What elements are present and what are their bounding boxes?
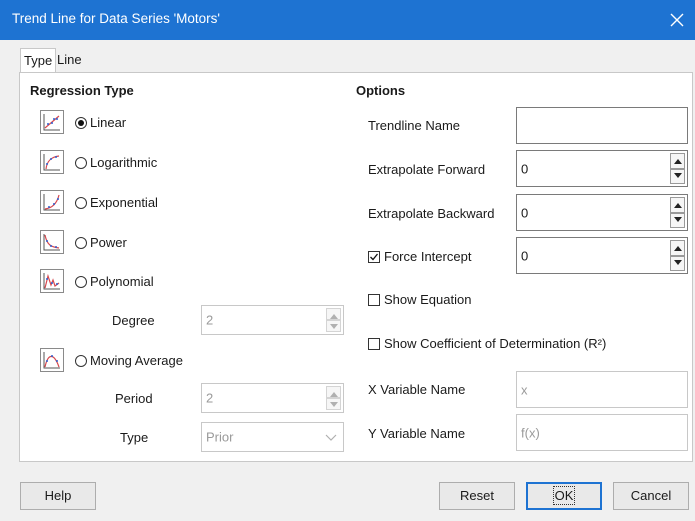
x-variable-name-value: x	[521, 382, 528, 397]
y-variable-name-input: f(x)	[516, 414, 688, 451]
type-value: Prior	[206, 429, 234, 445]
show-equation-label[interactable]: Show Equation	[384, 292, 471, 307]
extrapolate-forward-label: Extrapolate Forward	[368, 162, 486, 177]
trendline-name-input[interactable]	[516, 107, 688, 144]
degree-spinbox: 2	[201, 305, 344, 335]
force-intercept-spin-buttons[interactable]	[670, 240, 685, 271]
x-variable-name-input: x	[516, 371, 688, 408]
linear-label[interactable]: Linear	[90, 115, 126, 130]
ok-button[interactable]: OK	[526, 482, 602, 510]
tab-line[interactable]: Line	[54, 48, 85, 71]
logarithmic-icon[interactable]	[40, 150, 64, 174]
type-dropdown: Prior	[201, 422, 344, 452]
polynomial-icon[interactable]	[40, 269, 64, 293]
extrapolate-forward-spin-buttons[interactable]	[670, 153, 685, 184]
period-label: Period	[115, 391, 153, 406]
show-coefficient-label[interactable]: Show Coefficient of Determination (R²)	[384, 336, 606, 351]
show-equation-checkbox[interactable]	[368, 294, 380, 306]
moving-average-radio[interactable]	[75, 355, 87, 367]
y-variable-name-value: f(x)	[521, 425, 540, 440]
force-intercept-spinbox[interactable]: 0	[516, 237, 688, 274]
period-value: 2	[206, 390, 214, 406]
tab-type[interactable]: Type	[20, 48, 57, 73]
help-button[interactable]: Help	[20, 482, 96, 510]
degree-value: 2	[206, 312, 214, 328]
x-variable-name-label: X Variable Name	[368, 382, 466, 397]
show-coefficient-checkbox[interactable]	[368, 338, 380, 350]
logarithmic-radio[interactable]	[75, 157, 87, 169]
force-intercept-value: 0	[521, 248, 529, 263]
y-variable-name-label: Y Variable Name	[368, 426, 466, 441]
window-title: Trend Line for Data Series 'Motors'	[12, 11, 220, 26]
extrapolate-forward-value: 0	[521, 161, 529, 176]
trendline-name-label: Trendline Name	[368, 118, 461, 133]
force-intercept-label[interactable]: Force Intercept	[384, 249, 471, 264]
degree-spin-buttons	[326, 308, 341, 332]
degree-label: Degree	[112, 313, 155, 328]
options-heading: Options	[356, 83, 406, 98]
exponential-radio[interactable]	[75, 197, 87, 209]
polynomial-label[interactable]: Polynomial	[90, 274, 154, 289]
period-spinbox: 2	[201, 383, 344, 413]
extrapolate-forward-spinbox[interactable]: 0	[516, 150, 688, 187]
extrapolate-backward-label: Extrapolate Backward	[368, 206, 495, 221]
extrapolate-backward-spinbox[interactable]: 0	[516, 194, 688, 231]
linear-radio[interactable]	[75, 117, 87, 129]
title-bar: Trend Line for Data Series 'Motors'	[0, 0, 695, 40]
power-radio[interactable]	[75, 237, 87, 249]
polynomial-radio[interactable]	[75, 276, 87, 288]
moving-average-icon[interactable]	[40, 348, 64, 372]
exponential-label[interactable]: Exponential	[90, 195, 158, 210]
linear-icon[interactable]	[40, 110, 64, 134]
chevron-down-icon	[325, 434, 337, 441]
close-icon[interactable]	[665, 8, 689, 32]
exponential-icon[interactable]	[40, 190, 64, 214]
extrapolate-backward-spin-buttons[interactable]	[670, 197, 685, 228]
reset-button[interactable]: Reset	[439, 482, 515, 510]
cancel-button[interactable]: Cancel	[613, 482, 689, 510]
period-spin-buttons	[326, 386, 341, 410]
logarithmic-label[interactable]: Logarithmic	[90, 155, 157, 170]
moving-average-label[interactable]: Moving Average	[90, 353, 183, 368]
type-label: Type	[120, 430, 149, 445]
regression-type-heading: Regression Type	[30, 83, 134, 98]
tab-panel: Regression Type Linear Logarithmic Expon…	[19, 72, 693, 462]
power-label[interactable]: Power	[90, 235, 127, 250]
force-intercept-checkbox[interactable]	[368, 251, 380, 263]
power-icon[interactable]	[40, 230, 64, 254]
extrapolate-backward-value: 0	[521, 205, 529, 220]
